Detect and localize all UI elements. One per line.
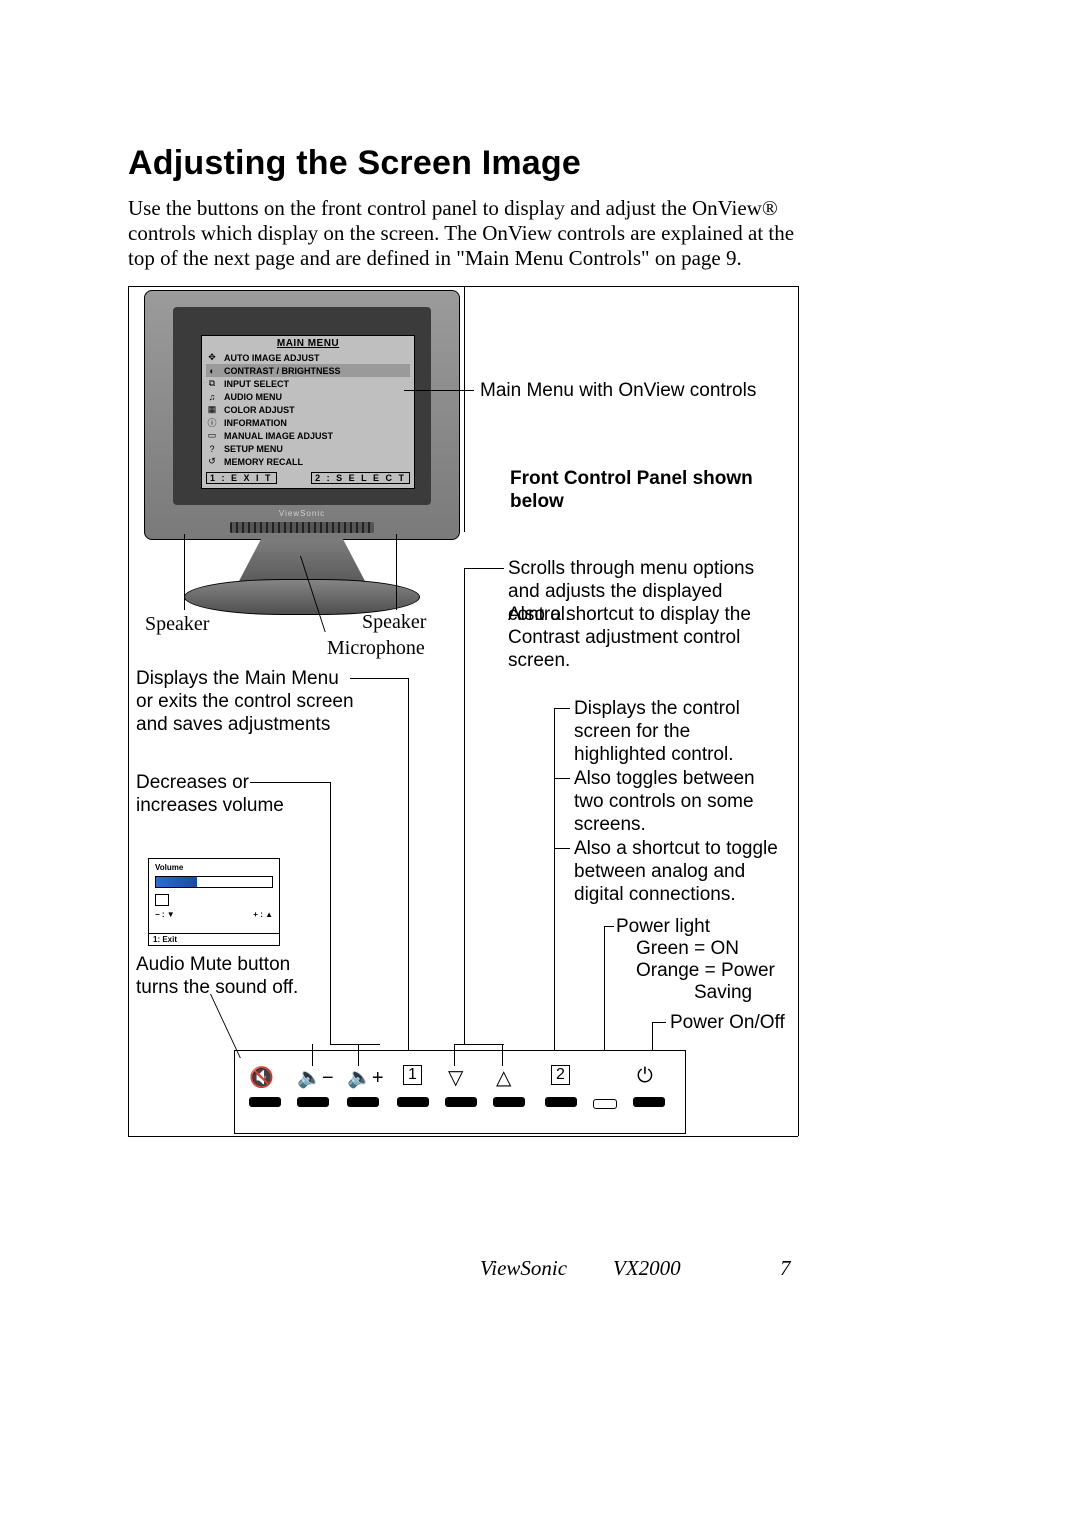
volume-osd-title: Volume	[155, 863, 279, 872]
volume-osd: Volume − : ▼ + : ▲ 1: Exit	[148, 858, 280, 946]
callout-displays-main-menu: Displays the Main Menu or exits the cont…	[136, 668, 356, 736]
figure-border-bottom	[128, 1136, 798, 1137]
leader-displays-control-h3	[554, 848, 570, 849]
monitor-illustration: MAIN MENU ✥AUTO IMAGE ADJUST ◐CONTRAST /…	[144, 290, 458, 626]
figure-divider	[464, 286, 465, 532]
panel-mute-icon[interactable]: 🔇	[249, 1065, 274, 1090]
leader-volume-h	[250, 782, 330, 783]
leader-power-onoff-h	[652, 1022, 666, 1023]
leader-displays-main-menu-v	[408, 678, 409, 1050]
callout-power-light: Power light	[616, 916, 710, 939]
leader-mute	[210, 994, 241, 1058]
leader-scrolls-h	[464, 568, 504, 569]
osd-item-6: MANUAL IMAGE ADJUST	[224, 431, 333, 441]
osd-item-3: AUDIO MENU	[224, 392, 282, 402]
volume-osd-plus: + : ▲	[253, 910, 273, 919]
osd-item-2: INPUT SELECT	[224, 379, 289, 389]
volume-osd-exit: 1: Exit	[149, 933, 279, 945]
callout-power-onoff: Power On/Off	[670, 1012, 785, 1035]
panel-down-icon[interactable]: ▽	[448, 1065, 463, 1090]
footer-model: VX2000	[613, 1256, 681, 1281]
panel-vol-up-button[interactable]	[347, 1097, 379, 1107]
page-number: 7	[780, 1256, 791, 1281]
osd-item-5: INFORMATION	[224, 418, 287, 428]
callout-displays-control: Displays the control screen for the high…	[574, 698, 784, 766]
volume-osd-minus: − : ▼	[155, 910, 175, 919]
leader-volume-bridge	[330, 1044, 380, 1045]
callout-displays-control-also2: Also a shortcut to toggle between analog…	[574, 838, 784, 906]
panel-two-icon[interactable]: 2	[551, 1065, 570, 1085]
panel-down-button[interactable]	[445, 1097, 477, 1107]
figure-border-top	[128, 286, 798, 287]
leader-main-menu	[404, 390, 474, 391]
panel-power-button[interactable]	[633, 1097, 665, 1107]
callout-displays-control-also1: Also toggles between two controls on som…	[574, 768, 784, 836]
figure-border-right	[798, 286, 799, 1136]
speaker-grille	[230, 522, 374, 533]
osd-exit: 1 : E X I T	[206, 472, 277, 484]
osd-select: 2 : S E L E C T	[311, 472, 410, 484]
panel-power-led	[593, 1099, 617, 1109]
leader-power-light-h	[604, 926, 614, 927]
intro-paragraph: Use the buttons on the front control pan…	[128, 196, 808, 272]
leader-displays-control-h1	[554, 708, 570, 709]
leader-power-light-v	[604, 926, 605, 1050]
panel-one-button[interactable]	[397, 1097, 429, 1107]
panel-one-icon[interactable]: 1	[403, 1065, 422, 1085]
osd-item-7: SETUP MENU	[224, 444, 283, 454]
callout-scrolls-also: Also a shortcut to display the Contrast …	[508, 604, 788, 672]
panel-mute-button[interactable]	[249, 1097, 281, 1107]
osd-main-menu: MAIN MENU ✥AUTO IMAGE ADJUST ◐CONTRAST /…	[201, 335, 415, 489]
monitor-body: MAIN MENU ✥AUTO IMAGE ADJUST ◐CONTRAST /…	[144, 290, 460, 540]
callout-power-saving: Saving	[694, 982, 752, 1005]
leader-displays-main-menu-h	[350, 678, 408, 679]
callout-microphone: Microphone	[327, 636, 425, 660]
osd-item-0: AUTO IMAGE ADJUST	[224, 353, 320, 363]
osd-item-8: MEMORY RECALL	[224, 457, 303, 467]
leader-scrolls-v	[464, 568, 465, 1044]
callout-front-panel-heading: Front Control Panel shown below	[510, 468, 770, 514]
leader-volume-v1	[330, 782, 331, 1044]
leader-scrolls-bridge	[454, 1044, 504, 1045]
front-control-panel: 🔇 🔈− 🔈+ 1 ▽ △ 2 ⏻	[234, 1050, 686, 1134]
footer-brand: ViewSonic	[480, 1256, 567, 1281]
osd-item-4: COLOR ADJUST	[224, 405, 295, 415]
panel-vol-up-icon[interactable]: 🔈+	[347, 1065, 384, 1090]
callout-volume: Decreases or increases volume	[136, 772, 316, 818]
figure-border-left	[128, 286, 129, 1136]
callout-speaker-left: Speaker	[145, 612, 209, 636]
panel-two-button[interactable]	[545, 1097, 577, 1107]
monitor-brand: ViewSonic	[145, 509, 459, 518]
leader-speaker-right	[396, 534, 397, 610]
panel-vol-down-icon[interactable]: 🔈−	[297, 1065, 334, 1090]
osd-title: MAIN MENU	[206, 338, 410, 349]
callout-speaker-right: Speaker	[362, 610, 426, 634]
osd-item-1: CONTRAST / BRIGHTNESS	[224, 366, 341, 376]
panel-vol-down-button[interactable]	[297, 1097, 329, 1107]
callout-audio-mute: Audio Mute button turns the sound off.	[136, 954, 336, 1000]
leader-speaker-left	[184, 534, 185, 610]
volume-bar	[155, 876, 273, 888]
panel-up-button[interactable]	[493, 1097, 525, 1107]
leader-displays-control-h2	[554, 778, 570, 779]
volume-mute-box	[155, 894, 169, 906]
callout-power-orange: Orange = Power	[636, 960, 775, 983]
panel-up-icon[interactable]: △	[496, 1065, 511, 1090]
section-heading: Adjusting the Screen Image	[128, 144, 581, 183]
panel-power-icon[interactable]: ⏻	[637, 1065, 653, 1088]
callout-power-green: Green = ON	[636, 938, 739, 961]
leader-power-onoff-v	[652, 1022, 653, 1050]
leader-displays-control-v	[554, 708, 555, 1050]
callout-main-menu: Main Menu with OnView controls	[480, 380, 770, 403]
